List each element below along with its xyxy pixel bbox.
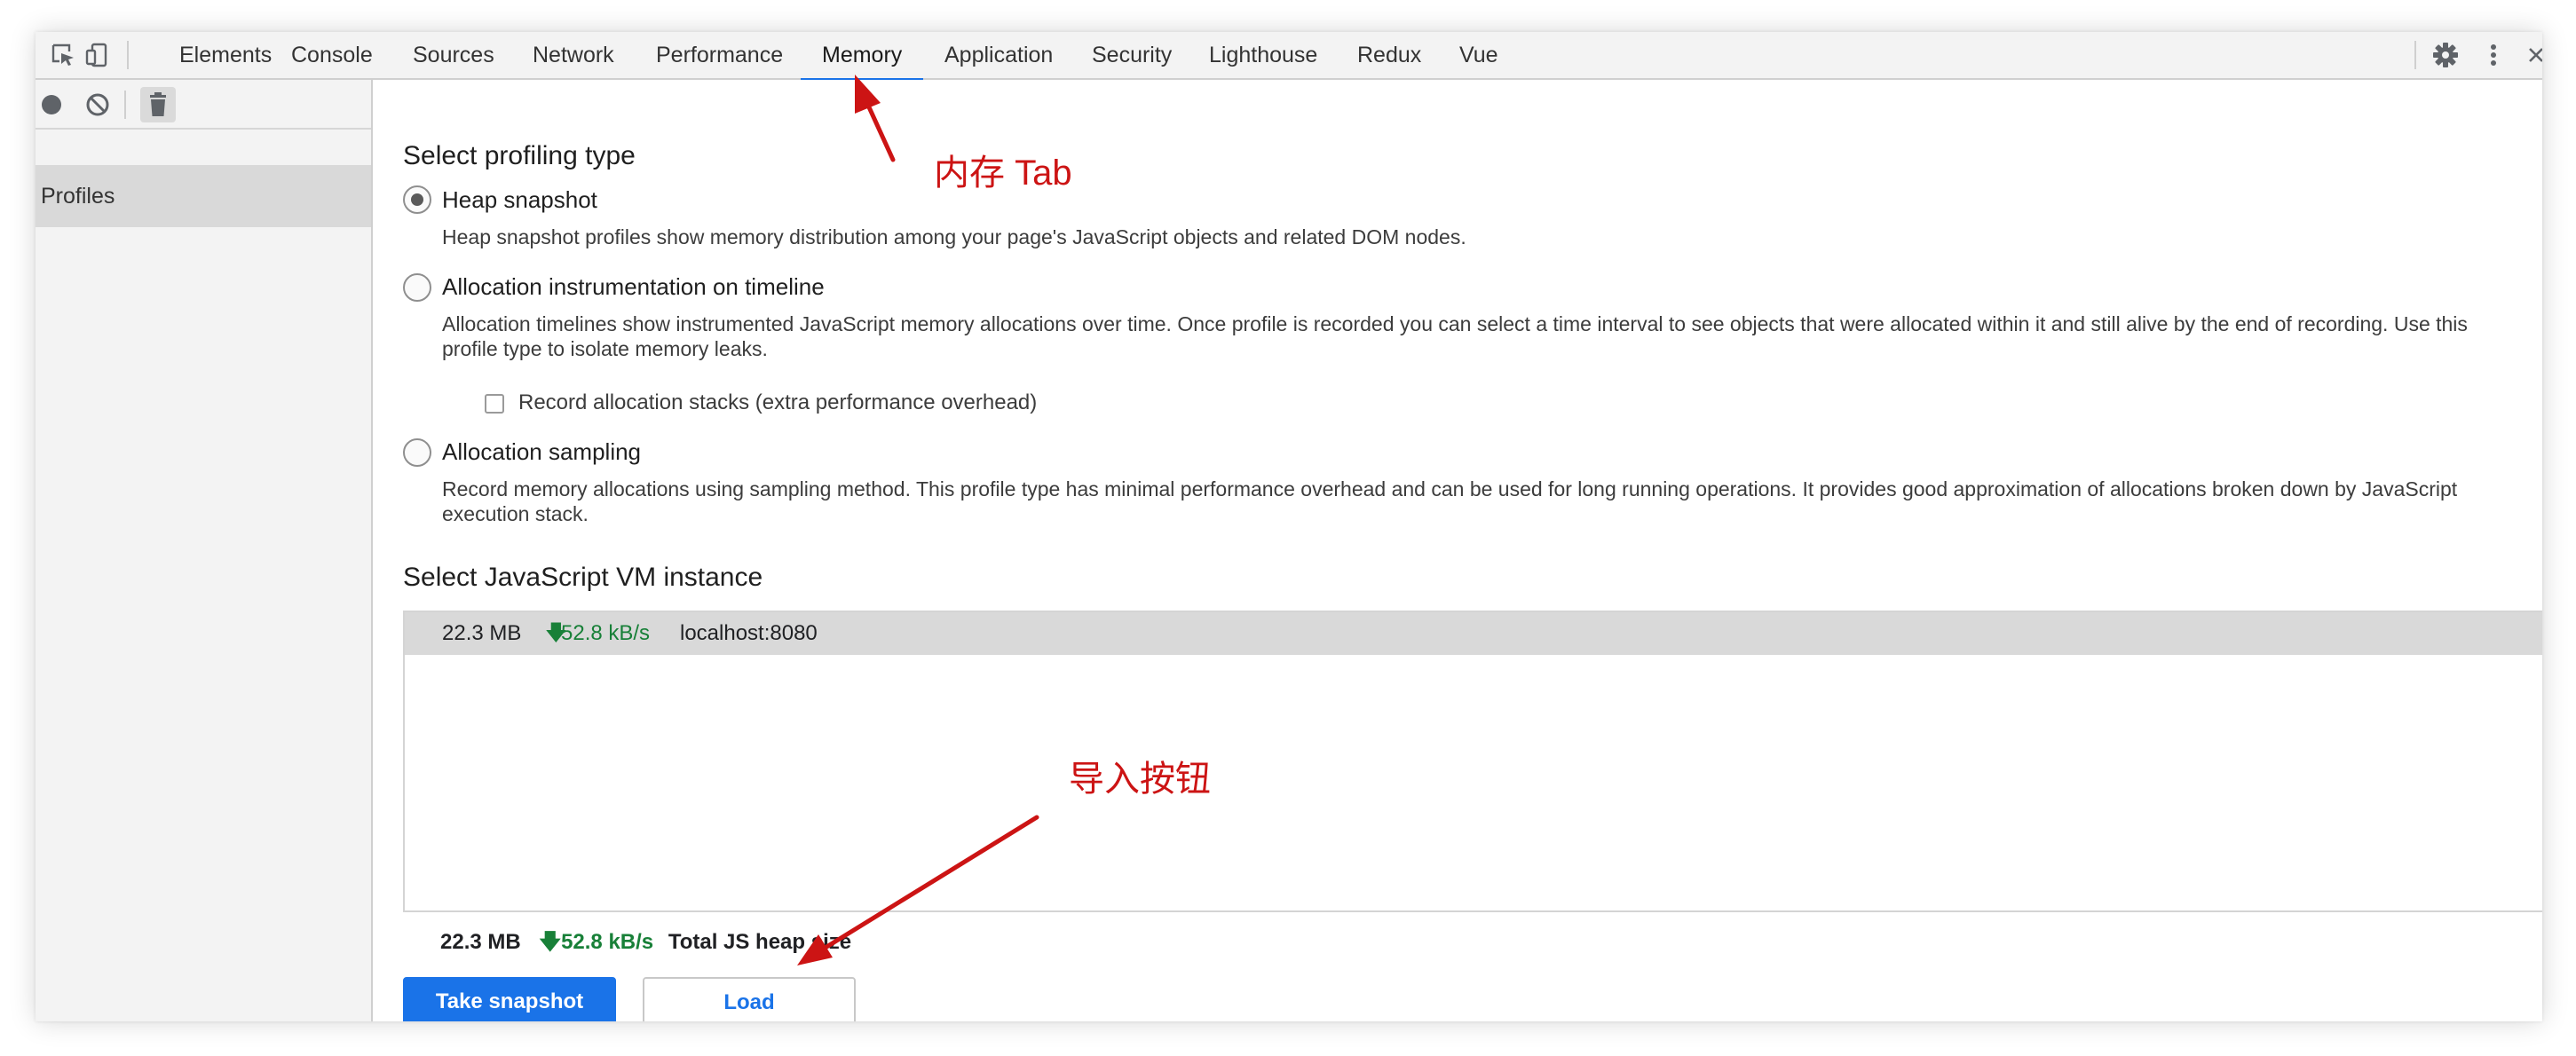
vm-instance-heading: Select JavaScript VM instance: [403, 563, 763, 592]
tab-memory[interactable]: Memory: [801, 32, 924, 82]
profiles-sidebar: Profiles: [36, 80, 373, 1021]
heap-summary-label: Total JS heap size: [668, 930, 852, 954]
devtools-tabbar: Elements Console Sources Network Perform…: [36, 32, 2542, 82]
tab-sources[interactable]: Sources: [391, 32, 516, 80]
toolbar-divider: [2414, 41, 2416, 69]
device-toggle-icon[interactable]: [82, 40, 112, 70]
tab-application[interactable]: Application: [923, 32, 1074, 80]
close-icon[interactable]: [2521, 40, 2542, 70]
heap-rate-arrow-icon: 🡇: [539, 930, 562, 954]
heap-total-size: 22.3 MB: [440, 930, 521, 954]
tab-lighthouse[interactable]: Lighthouse: [1188, 32, 1339, 80]
record-stacks-label: Record allocation stacks (extra performa…: [518, 390, 1038, 414]
vm-instance-row[interactable]: 22.3 MB 🡇 52.8 kB/s localhost:8080: [405, 612, 2542, 655]
load-button[interactable]: Load: [643, 977, 856, 1021]
inspect-element-icon[interactable]: [48, 40, 78, 70]
option-description-allocation-timeline: Allocation timelines show instrumented J…: [442, 312, 2468, 360]
tab-security[interactable]: Security: [1071, 32, 1193, 80]
tab-performance[interactable]: Performance: [635, 32, 804, 80]
radio-allocation-sampling[interactable]: [403, 438, 431, 467]
heap-summary: 22.3 MB 🡇52.8 kB/s Total JS heap size: [440, 925, 851, 960]
vm-rate: 52.8 kB/s: [561, 621, 651, 645]
trash-icon[interactable]: [140, 87, 176, 122]
sidebar-divider: [124, 91, 126, 119]
radio-heap-snapshot[interactable]: [403, 185, 431, 214]
toolbar-divider: [127, 41, 129, 69]
option-label-allocation-timeline: Allocation instrumentation on timeline: [442, 273, 825, 300]
record-stacks-checkbox[interactable]: [485, 394, 504, 414]
tab-vue[interactable]: Vue: [1438, 32, 1520, 80]
take-snapshot-button[interactable]: Take snapshot: [403, 977, 616, 1021]
sidebar-toolbar: [36, 80, 371, 130]
radio-allocation-timeline[interactable]: [403, 273, 431, 302]
tab-console[interactable]: Console: [270, 32, 394, 80]
tab-redux[interactable]: Redux: [1336, 32, 1442, 80]
vm-host: localhost:8080: [680, 621, 818, 645]
option-description-heap-snapshot: Heap snapshot profiles show memory distr…: [442, 225, 1466, 248]
annotation-load-button: 导入按钮: [1069, 760, 1211, 799]
tab-network[interactable]: Network: [511, 32, 636, 80]
option-description-allocation-sampling: Record memory allocations using sampling…: [442, 477, 2458, 525]
record-icon[interactable]: [36, 87, 69, 122]
clear-icon[interactable]: [80, 87, 115, 122]
vm-instance-list: 22.3 MB 🡇 52.8 kB/s localhost:8080: [403, 611, 2542, 912]
devtools-window: Elements Console Sources Network Perform…: [36, 32, 2542, 1021]
memory-panel: Select profiling type Heap snapshot Heap…: [375, 80, 2542, 1021]
annotation-memory-tab: 内存 Tab: [934, 154, 1072, 193]
screenshot-stage: Elements Console Sources Network Perform…: [0, 0, 2576, 1056]
vm-heap-size: 22.3 MB: [442, 621, 522, 645]
settings-gear-icon[interactable]: [2430, 40, 2461, 70]
sidebar-item-profiles[interactable]: Profiles: [36, 165, 371, 227]
profiling-type-heading: Select profiling type: [403, 141, 636, 170]
more-vertical-icon[interactable]: [2478, 40, 2509, 70]
option-label-allocation-sampling: Allocation sampling: [442, 438, 642, 465]
heap-rate: 52.8 kB/s: [561, 930, 654, 954]
option-label-heap-snapshot: Heap snapshot: [442, 186, 597, 213]
